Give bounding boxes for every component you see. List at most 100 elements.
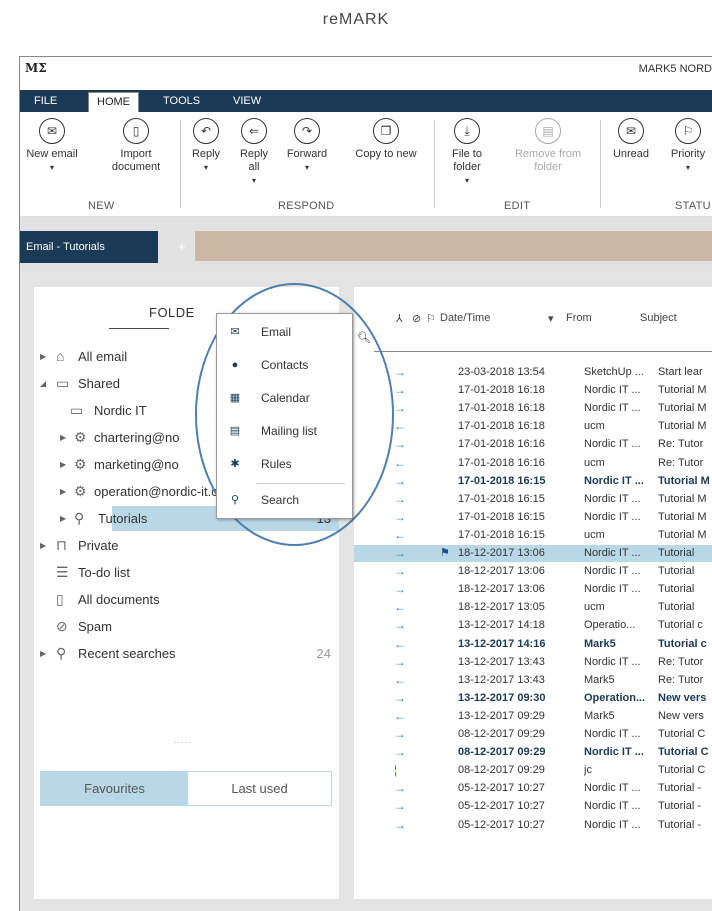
email-row[interactable]: → 05-12-2017 10:27 Nordic IT ... Tutorial - (354, 798, 712, 815)
menu-file[interactable]: FILE (26, 90, 65, 112)
direction-icon: → (394, 401, 406, 416)
email-row[interactable]: → 17-01-2018 16:16 Nordic IT ... Re: Tutor (354, 436, 712, 453)
email-row[interactable]: → 13-12-2017 13:43 Nordic IT ... Re: Tutor (354, 654, 712, 671)
collapse-arrow-icon[interactable]: ◢ (40, 371, 46, 396)
expand-arrow-icon[interactable]: ▶ (60, 479, 66, 504)
email-subject: Re: Tutor (658, 456, 704, 469)
copy-to-new-button[interactable]: ❐ Copy to new (346, 118, 426, 161)
column-from[interactable]: From (566, 312, 592, 324)
email-row[interactable]: ← 13-12-2017 14:16 Mark5 Tutorial c (354, 636, 712, 653)
email-subject: New vers (658, 709, 704, 722)
email-row[interactable]: ← 13-12-2017 13:43 Mark5 Re: Tutor (354, 672, 712, 689)
expand-arrow-icon[interactable]: ▶ (60, 425, 66, 450)
email-datetime: 17-01-2018 16:15 (458, 492, 545, 505)
email-row[interactable]: → 17-01-2018 16:15 Nordic IT ... Tutorial M (354, 509, 712, 526)
email-row[interactable]: → 05-12-2017 10:27 Nordic IT ... Tutorial - (354, 780, 712, 797)
email-from: Nordic IT ... (584, 655, 641, 668)
menu-item-calendar[interactable]: ▦ Calendar (217, 382, 354, 415)
folder-label: marketing@no (94, 457, 179, 472)
email-row[interactable]: → 13-12-2017 14:18 Operatio... Tutorial c (354, 617, 712, 634)
email-subject: Tutorial M (658, 474, 710, 487)
new-email-button[interactable]: ✉ New email ▾ (26, 118, 78, 174)
file-to-folder-icon: ⤓ (454, 118, 480, 144)
sort-icon[interactable]: ⅄ (396, 312, 403, 325)
email-subject: Tutorial (658, 565, 695, 578)
email-row[interactable]: → 18-12-2017 13:06 Nordic IT ... Tutorial (354, 563, 712, 580)
menu-item-email[interactable]: ✉ Email (217, 316, 354, 349)
direction-icon: → (394, 491, 406, 506)
expand-arrow-icon[interactable]: ▶ (40, 641, 46, 666)
email-row[interactable]: → 17-01-2018 16:18 Nordic IT ... Tutorial M (354, 382, 712, 399)
email-row[interactable]: ← 17-01-2018 16:16 ucm Re: Tutor (354, 455, 712, 472)
column-datetime[interactable]: Date/Time (440, 312, 490, 324)
folder-todo[interactable]: ☰ To-do list (34, 560, 339, 585)
email-row[interactable]: ← 17-01-2018 16:18 ucm Tutorial M (354, 418, 712, 435)
forward-button[interactable]: ↷ Forward ▾ (282, 118, 332, 174)
email-row[interactable]: → 08-12-2017 09:29 Nordic IT ... Tutorial C (354, 726, 712, 743)
folder-all-documents[interactable]: ▯ All documents (34, 587, 339, 612)
column-subject[interactable]: Subject (640, 312, 677, 324)
expand-arrow-icon[interactable]: ▶ (40, 344, 46, 369)
email-row[interactable]: ¦ 08-12-2017 09:29 jc Tutorial C (354, 762, 712, 779)
pane-resize-handle[interactable]: ..... (174, 735, 192, 745)
email-datetime: 18-12-2017 13:05 (458, 601, 545, 614)
flag-column-icon[interactable]: ⚐ (426, 312, 436, 325)
menu-tools[interactable]: TOOLS (155, 90, 208, 112)
menu-item-contacts[interactable]: ● Contacts (217, 349, 354, 382)
email-datetime: 17-01-2018 16:15 (458, 474, 546, 487)
menu-view[interactable]: VIEW (225, 90, 269, 112)
menu-item-mailing-list[interactable]: ▤ Mailing list (217, 415, 354, 448)
attachment-icon[interactable]: ⊘ (412, 312, 421, 325)
expand-arrow-icon[interactable]: ▶ (40, 533, 46, 558)
email-subject: Tutorial (658, 583, 695, 596)
email-row[interactable]: → 17-01-2018 16:15 Nordic IT ... Tutorial M (354, 491, 712, 508)
menu-item-label: Rules (261, 457, 292, 471)
email-row[interactable]: → 05-12-2017 10:27 Nordic IT ... Tutorial - (354, 817, 712, 834)
unread-button[interactable]: ✉ Unread (606, 118, 656, 161)
priority-button[interactable]: ⚐ Priority ▾ (665, 118, 711, 174)
person-icon: ● (231, 358, 239, 371)
import-document-button[interactable]: ▯ Import document (100, 118, 172, 174)
chevron-down-icon: ▾ (49, 163, 54, 172)
email-subject: Tutorial C (658, 764, 706, 777)
sort-desc-icon[interactable]: ▾ (548, 312, 554, 325)
tab-last-used[interactable]: Last used (188, 772, 331, 805)
folder-icon: ▭ (56, 375, 70, 391)
expand-arrow-icon[interactable]: ▶ (60, 452, 66, 477)
email-row[interactable]: → 17-01-2018 16:15 Nordic IT ... Tutorial M (354, 473, 712, 490)
email-row[interactable]: → ⚑ 18-12-2017 13:06 Nordic IT ... Tutorial (354, 545, 712, 562)
reply-label: Reply (191, 148, 221, 160)
expand-arrow-icon[interactable]: ▶ (60, 506, 66, 531)
chevron-down-icon: ▾ (464, 176, 469, 185)
folder-label: Spam (78, 619, 112, 634)
email-subject: Re: Tutor (658, 655, 704, 668)
email-row[interactable]: → 08-12-2017 09:29 Nordic IT ... Tutorial C (354, 744, 712, 761)
menu-home[interactable]: HOME (88, 92, 139, 112)
email-row[interactable]: → 13-12-2017 09:30 Operation... New vers (354, 690, 712, 707)
folder-recent-searches[interactable]: ▶ ⚲ Recent searches 24 (34, 641, 339, 666)
remove-from-folder-button[interactable]: ▤ Remove from folder (504, 118, 592, 174)
email-row[interactable]: ← 17-01-2018 16:15 ucm Tutorial M (354, 527, 712, 544)
tab-email-tutorials[interactable]: Email - Tutorials (20, 231, 158, 263)
email-row[interactable]: ← 13-12-2017 09:29 Mark5 New vers (354, 708, 712, 725)
add-tab-button[interactable]: + (178, 239, 186, 254)
email-from: Nordic IT ... (584, 438, 641, 451)
reply-button[interactable]: ↶ Reply ▾ (186, 118, 226, 174)
email-from: Nordic IT ... (584, 565, 641, 578)
file-to-folder-button[interactable]: ⤓ File to folder ▾ (442, 118, 492, 187)
menu-item-rules[interactable]: ✱ Rules (217, 448, 354, 481)
email-row[interactable]: → 18-12-2017 13:06 Nordic IT ... Tutorial (354, 581, 712, 598)
direction-icon: → (394, 509, 406, 524)
email-row[interactable]: → 23-03-2018 13:54 SketchUp ... Start lear (354, 364, 712, 381)
tab-favourites[interactable]: Favourites (41, 772, 188, 805)
reply-all-button[interactable]: ⇐ Reply all ▾ (234, 118, 274, 187)
email-from: Mark5 (584, 637, 616, 650)
folder-spam[interactable]: ⊘ Spam (34, 614, 339, 639)
shared-mailbox-icon: ⚙ (74, 456, 87, 472)
email-from: ucm (584, 456, 605, 469)
folder-label: All email (78, 349, 128, 364)
email-datetime: 13-12-2017 13:43 (458, 655, 545, 668)
email-row[interactable]: → 17-01-2018 16:18 Nordic IT ... Tutorial M (354, 400, 712, 417)
menu-item-search[interactable]: ⚲ Search (217, 484, 354, 517)
email-row[interactable]: ← 18-12-2017 13:05 ucm Tutorial (354, 599, 712, 616)
